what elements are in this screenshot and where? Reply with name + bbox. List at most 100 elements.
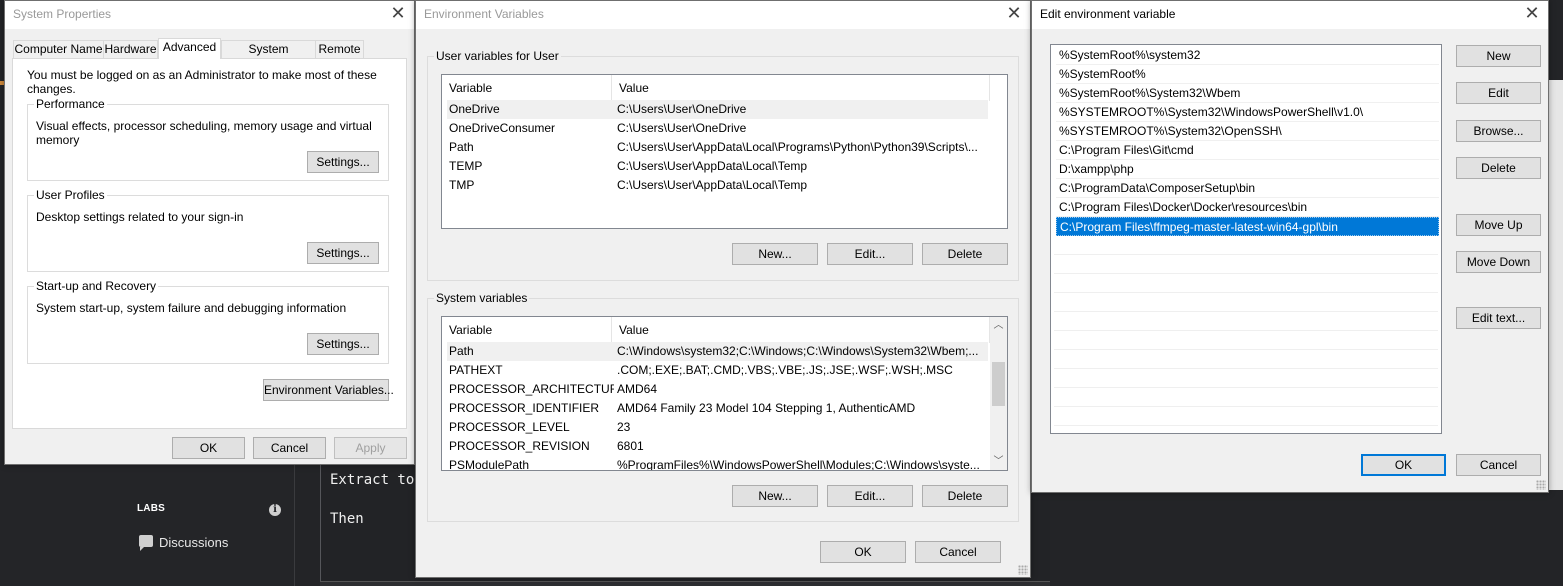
column-header-variable[interactable]: Variable bbox=[442, 75, 612, 101]
discussion-bubble-icon bbox=[139, 535, 153, 551]
list-item[interactable]: C:\Program Files\Docker\Docker\resources… bbox=[1056, 198, 1439, 217]
info-icon[interactable]: i bbox=[269, 504, 281, 516]
empty-row[interactable] bbox=[1054, 369, 1438, 388]
user-variables-list[interactable]: Variable Value OneDrive C:\Users\User\On… bbox=[441, 74, 1008, 229]
browse-button[interactable]: Browse... bbox=[1456, 120, 1541, 142]
variable-name: PATHEXT bbox=[449, 363, 503, 377]
apply-button[interactable]: Apply bbox=[334, 437, 407, 459]
list-item[interactable]: %SystemRoot% bbox=[1056, 65, 1439, 84]
table-row[interactable]: PROCESSOR_IDENTIFIER AMD64 Family 23 Mod… bbox=[447, 399, 988, 418]
user-new-button[interactable]: New... bbox=[732, 243, 818, 265]
list-item[interactable]: C:\ProgramData\ComposerSetup\bin bbox=[1056, 179, 1439, 198]
tab-hardware[interactable]: Hardware bbox=[103, 40, 158, 59]
edit-button[interactable]: Edit bbox=[1456, 82, 1541, 104]
cancel-button[interactable]: Cancel bbox=[915, 541, 1001, 563]
table-row[interactable]: PSModulePath %ProgramFiles%\WindowsPower… bbox=[447, 456, 988, 470]
user-edit-button[interactable]: Edit... bbox=[827, 243, 913, 265]
list-item[interactable]: %SystemRoot%\System32\Wbem bbox=[1056, 84, 1439, 103]
ok-button[interactable]: OK bbox=[172, 437, 245, 459]
group-description: Desktop settings related to your sign-in bbox=[36, 210, 244, 224]
cancel-button[interactable]: Cancel bbox=[1456, 454, 1541, 476]
group-label: Performance bbox=[34, 97, 107, 111]
variable-value: C:\Users\User\OneDrive bbox=[617, 102, 747, 116]
system-new-button[interactable]: New... bbox=[732, 485, 818, 507]
table-row[interactable]: TEMP C:\Users\User\AppData\Local\Temp bbox=[447, 157, 988, 176]
table-row[interactable]: TMP C:\Users\User\AppData\Local\Temp bbox=[447, 176, 988, 195]
tab-computer-name[interactable]: Computer Name bbox=[13, 40, 104, 59]
group-description: System start-up, system failure and debu… bbox=[36, 301, 347, 315]
move-down-button[interactable]: Move Down bbox=[1456, 251, 1541, 273]
system-delete-button[interactable]: Delete bbox=[922, 485, 1008, 507]
scroll-up-icon[interactable]: ︿ bbox=[990, 317, 1007, 334]
window-title: System Properties bbox=[13, 7, 112, 21]
scroll-thumb[interactable] bbox=[992, 362, 1005, 406]
title-bar[interactable]: Edit environment variable ✕ bbox=[1032, 1, 1548, 29]
table-row[interactable]: PATHEXT .COM;.EXE;.BAT;.CMD;.VBS;.VBE;.J… bbox=[447, 361, 988, 380]
table-row[interactable]: Path C:\Users\User\AppData\Local\Program… bbox=[447, 138, 988, 157]
variable-name: OneDrive bbox=[449, 102, 500, 116]
resize-grip[interactable] bbox=[1536, 480, 1546, 490]
environment-variables-button[interactable]: Environment Variables... bbox=[263, 379, 394, 401]
empty-row[interactable] bbox=[1054, 388, 1438, 407]
user-profiles-settings-button[interactable]: Settings... bbox=[307, 242, 379, 264]
empty-row[interactable] bbox=[1054, 293, 1438, 312]
table-row[interactable]: PROCESSOR_LEVEL 23 bbox=[447, 418, 988, 437]
table-row[interactable]: OneDrive C:\Users\User\OneDrive bbox=[447, 100, 988, 119]
background-scrollbar bbox=[1548, 80, 1563, 490]
close-icon[interactable]: ✕ bbox=[1522, 3, 1542, 25]
empty-row[interactable] bbox=[1054, 312, 1438, 331]
edit-text-button[interactable]: Edit text... bbox=[1456, 307, 1541, 329]
table-row[interactable]: PROCESSOR_REVISION 6801 bbox=[447, 437, 988, 456]
list-item[interactable]: %SYSTEMROOT%\System32\OpenSSH\ bbox=[1056, 122, 1439, 141]
empty-row[interactable] bbox=[1054, 236, 1438, 255]
tab-system-protection[interactable]: System Protection bbox=[221, 40, 316, 73]
move-up-button[interactable]: Move Up bbox=[1456, 214, 1541, 236]
performance-settings-button[interactable]: Settings... bbox=[307, 151, 379, 173]
table-row[interactable]: Path C:\Windows\system32;C:\Windows;C:\W… bbox=[447, 342, 988, 361]
system-properties-window: System Properties ✕ Computer Name Hardwa… bbox=[4, 0, 415, 465]
tab-advanced[interactable]: Advanced bbox=[158, 38, 221, 59]
list-item[interactable]: C:\Program Files\Git\cmd bbox=[1056, 141, 1439, 160]
group-label: User Profiles bbox=[34, 188, 107, 202]
table-row[interactable]: PROCESSOR_ARCHITECTURE AMD64 bbox=[447, 380, 988, 399]
list-item[interactable]: %SystemRoot%\system32 bbox=[1056, 46, 1439, 65]
title-bar[interactable]: Environment Variables ✕ bbox=[416, 1, 1030, 29]
variable-value: 6801 bbox=[617, 439, 644, 453]
variable-value: 23 bbox=[617, 420, 631, 434]
column-header-variable[interactable]: Variable bbox=[442, 317, 612, 343]
system-variables-list[interactable]: Variable Value Path C:\Windows\system32;… bbox=[441, 316, 1008, 471]
table-row[interactable]: OneDriveConsumer C:\Users\User\OneDrive bbox=[447, 119, 988, 138]
path-entries-list[interactable]: %SystemRoot%\system32 %SystemRoot% %Syst… bbox=[1050, 44, 1442, 434]
vertical-scrollbar[interactable]: ︿ ﹀ bbox=[990, 317, 1007, 470]
column-header-value[interactable]: Value bbox=[612, 75, 990, 101]
resize-grip[interactable] bbox=[1018, 565, 1028, 575]
close-icon[interactable]: ✕ bbox=[1004, 3, 1024, 25]
user-delete-button[interactable]: Delete bbox=[922, 243, 1008, 265]
list-item[interactable]: D:\xampp\php bbox=[1056, 160, 1439, 179]
empty-row[interactable] bbox=[1054, 274, 1438, 293]
content-code-line: Extract to bbox=[330, 472, 415, 488]
startup-recovery-settings-button[interactable]: Settings... bbox=[307, 333, 379, 355]
empty-row[interactable] bbox=[1054, 331, 1438, 350]
variable-name: TMP bbox=[449, 178, 475, 192]
list-item[interactable]: %SYSTEMROOT%\System32\WindowsPowerShell\… bbox=[1056, 103, 1439, 122]
list-item-selected[interactable]: C:\Program Files\ffmpeg-master-latest-wi… bbox=[1056, 217, 1439, 236]
ok-button[interactable]: OK bbox=[820, 541, 906, 563]
scroll-down-icon[interactable]: ﹀ bbox=[990, 453, 1007, 470]
cancel-button[interactable]: Cancel bbox=[253, 437, 326, 459]
delete-button[interactable]: Delete bbox=[1456, 157, 1541, 179]
title-bar[interactable]: System Properties ✕ bbox=[5, 1, 414, 29]
close-icon[interactable]: ✕ bbox=[388, 3, 408, 25]
variable-value: C:\Windows\system32;C:\Windows;C:\Window… bbox=[617, 344, 979, 358]
system-variables-group: System variables Variable Value Path C:\… bbox=[427, 291, 1019, 522]
empty-row[interactable] bbox=[1054, 255, 1438, 274]
tab-remote[interactable]: Remote bbox=[315, 40, 364, 59]
ok-button[interactable]: OK bbox=[1361, 454, 1446, 476]
variable-name: TEMP bbox=[449, 159, 483, 173]
sidebar-item-discussions[interactable]: Discussions bbox=[159, 535, 228, 550]
empty-row[interactable] bbox=[1054, 407, 1438, 426]
new-button[interactable]: New bbox=[1456, 45, 1541, 67]
column-header-value[interactable]: Value bbox=[612, 317, 990, 343]
system-edit-button[interactable]: Edit... bbox=[827, 485, 913, 507]
empty-row[interactable] bbox=[1054, 350, 1438, 369]
